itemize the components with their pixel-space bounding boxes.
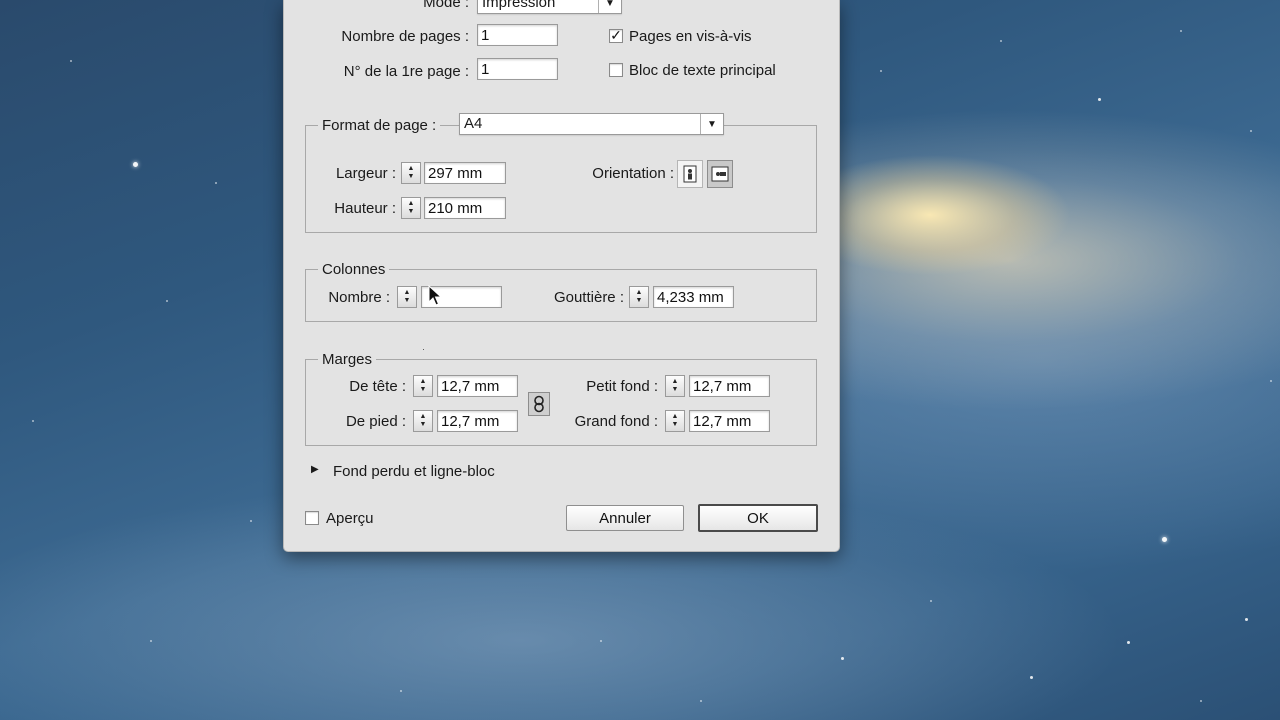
page-format-legend: Format de page : bbox=[318, 117, 441, 135]
columns-legend: Colonnes bbox=[318, 261, 390, 279]
mouse-pointer-icon bbox=[428, 285, 442, 306]
stepper-arrows-icon: ▲ ▼ bbox=[407, 165, 415, 180]
star bbox=[250, 520, 252, 522]
star bbox=[1000, 40, 1002, 42]
stepper-arrows-icon: ▲ ▼ bbox=[635, 289, 643, 304]
star bbox=[1200, 700, 1202, 702]
orientation-label: Orientation : bbox=[592, 165, 674, 182]
star bbox=[1030, 676, 1033, 679]
star bbox=[841, 657, 844, 660]
mode-label: Mode : bbox=[423, 0, 469, 11]
column-number-stepper[interactable]: ▲ ▼ bbox=[397, 286, 417, 308]
margin-inside-label: Petit fond : bbox=[586, 378, 658, 395]
star bbox=[1250, 130, 1252, 132]
star bbox=[400, 690, 402, 692]
preview-label: Aperçu bbox=[326, 510, 374, 527]
portrait-orientation-icon bbox=[683, 165, 697, 183]
star bbox=[32, 420, 34, 422]
stepper-arrows-icon: ▲ ▼ bbox=[403, 289, 411, 304]
margin-outside-label: Grand fond : bbox=[574, 413, 658, 430]
mode-select-value: Impression bbox=[482, 0, 556, 11]
star bbox=[700, 700, 702, 702]
margin-top-field[interactable] bbox=[437, 375, 518, 397]
bleed-label: Fond perdu et ligne-bloc bbox=[333, 463, 495, 480]
stepper-arrows-icon: ▲ ▼ bbox=[419, 378, 427, 393]
primary-text-frame-label: Bloc de texte principal bbox=[629, 62, 776, 79]
page-size-value: A4 bbox=[464, 115, 483, 132]
stepper-arrows-icon: ▲ ▼ bbox=[419, 413, 427, 428]
margin-bottom-stepper[interactable]: ▲ ▼ bbox=[413, 410, 433, 432]
margin-top-stepper[interactable]: ▲ ▼ bbox=[413, 375, 433, 397]
chain-link-icon bbox=[534, 395, 544, 413]
width-stepper[interactable]: ▲ ▼ bbox=[401, 162, 421, 184]
height-stepper[interactable]: ▲ ▼ bbox=[401, 197, 421, 219]
stepper-arrows-icon: ▲ ▼ bbox=[671, 413, 679, 428]
star bbox=[600, 640, 602, 642]
first-page-field[interactable] bbox=[477, 58, 558, 80]
column-number-label: Nombre : bbox=[328, 289, 390, 306]
margin-outside-stepper[interactable]: ▲ ▼ bbox=[665, 410, 685, 432]
page-count-field[interactable] bbox=[477, 24, 558, 46]
height-label: Hauteur : bbox=[334, 200, 396, 217]
margin-outside-field[interactable] bbox=[689, 410, 770, 432]
margin-inside-field[interactable] bbox=[689, 375, 770, 397]
preview-checkbox[interactable] bbox=[305, 511, 319, 525]
landscape-orientation-icon bbox=[711, 166, 729, 182]
facing-pages-checkbox[interactable]: ✓ bbox=[609, 28, 623, 43]
star bbox=[215, 182, 217, 184]
first-page-label: N° de la 1re page : bbox=[343, 63, 469, 80]
portrait-orientation-button[interactable] bbox=[677, 160, 703, 188]
cancel-button[interactable]: Annuler bbox=[566, 505, 684, 531]
star bbox=[1245, 618, 1248, 621]
star bbox=[70, 60, 72, 62]
gutter-stepper[interactable]: ▲ ▼ bbox=[629, 286, 649, 308]
width-field[interactable] bbox=[424, 162, 506, 184]
disclosure-triangle-icon: ▶ bbox=[311, 464, 319, 475]
stepper-arrows-icon: ▲ ▼ bbox=[671, 378, 679, 393]
star bbox=[1098, 98, 1101, 101]
mode-select[interactable]: Impression ▼ bbox=[477, 0, 622, 14]
star bbox=[1180, 30, 1182, 32]
new-document-dialog: Mode : Impression ▼ Nombre de pages : N°… bbox=[283, 0, 840, 552]
margins-group bbox=[305, 359, 817, 446]
star bbox=[166, 300, 168, 302]
star bbox=[1270, 380, 1272, 382]
chevron-down-icon: ▼ bbox=[598, 0, 621, 13]
width-label: Largeur : bbox=[335, 165, 396, 182]
primary-text-frame-checkbox[interactable] bbox=[609, 63, 623, 77]
margin-top-label: De tête : bbox=[349, 378, 406, 395]
height-field[interactable] bbox=[424, 197, 506, 219]
star bbox=[930, 600, 932, 602]
margins-legend: Marges bbox=[318, 351, 377, 369]
star bbox=[1127, 641, 1130, 644]
gutter-field[interactable] bbox=[653, 286, 734, 308]
stepper-arrows-icon: ▲ ▼ bbox=[407, 200, 415, 215]
margin-bottom-field[interactable] bbox=[437, 410, 518, 432]
margin-inside-stepper[interactable]: ▲ ▼ bbox=[665, 375, 685, 397]
margin-bottom-label: De pied : bbox=[345, 413, 406, 430]
star bbox=[150, 640, 152, 642]
page-count-label: Nombre de pages : bbox=[341, 28, 469, 45]
star bbox=[880, 70, 882, 72]
bleed-disclosure[interactable]: ▶ Fond perdu et ligne-bloc bbox=[311, 462, 561, 482]
star bbox=[1162, 537, 1167, 542]
page-size-select[interactable]: A4 ▼ bbox=[459, 113, 724, 135]
facing-pages-label: Pages en vis-à-vis bbox=[629, 28, 752, 45]
cursor-trace-icon: · bbox=[422, 344, 425, 354]
ok-button[interactable]: OK bbox=[698, 504, 818, 532]
gutter-label: Gouttière : bbox=[553, 289, 624, 306]
chevron-down-icon: ▼ bbox=[700, 114, 723, 134]
star bbox=[133, 162, 138, 167]
landscape-orientation-button[interactable] bbox=[707, 160, 733, 188]
